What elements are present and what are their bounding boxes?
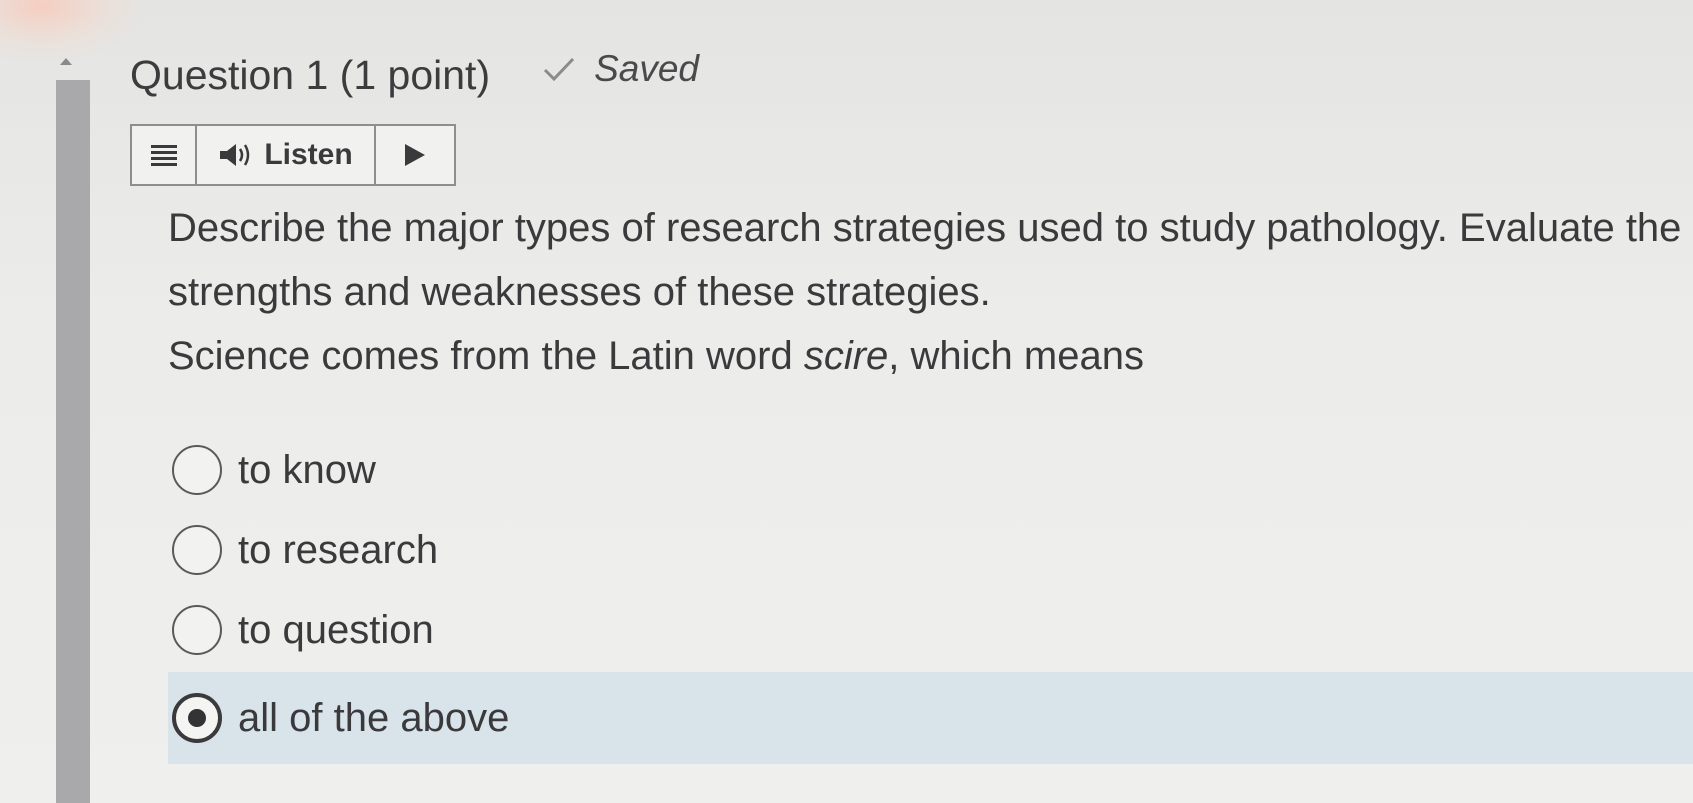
answer-option[interactable]: to research: [172, 510, 1693, 590]
listen-button[interactable]: Listen: [197, 126, 376, 184]
question-title: Question 1 (1 point): [130, 52, 491, 98]
answer-option-label: to question: [238, 607, 434, 652]
question-left-rail: [56, 80, 90, 803]
check-icon: [544, 57, 575, 82]
listen-toolbar: Listen: [130, 124, 456, 186]
radio-button-checked[interactable]: [172, 693, 222, 743]
prompt-stem-end: , which means: [888, 334, 1144, 378]
saved-status: Saved: [542, 48, 699, 90]
answer-option[interactable]: to know: [172, 430, 1693, 510]
answer-option-label: to research: [238, 527, 439, 572]
radio-button[interactable]: [172, 445, 222, 495]
prompt-stem-start: Science comes from the Latin word: [168, 334, 804, 378]
quiz-page: Question 1 (1 point) Saved Listen Descri…: [0, 0, 1693, 803]
answer-option-label: all of the above: [238, 695, 510, 740]
answer-option-label: to know: [238, 447, 376, 492]
collapse-caret-icon[interactable]: [60, 58, 72, 65]
speaker-icon: [220, 144, 250, 166]
listen-menu-button[interactable]: [132, 126, 197, 184]
question-header: Question 1 (1 point) Saved: [130, 48, 699, 99]
question-prompt: Describe the major types of research str…: [168, 196, 1688, 388]
play-icon: [405, 144, 425, 166]
corner-glare: [0, 0, 140, 60]
prompt-instruction: Describe the major types of research str…: [168, 206, 1682, 314]
radio-button[interactable]: [172, 525, 222, 575]
answer-option-selected[interactable]: all of the above: [168, 672, 1693, 764]
menu-lines-icon: [150, 145, 177, 166]
prompt-stem: Science comes from the Latin word scire,…: [168, 324, 1688, 388]
saved-label: Saved: [594, 48, 700, 89]
answer-option[interactable]: to question: [172, 590, 1693, 670]
listen-label: Listen: [264, 138, 353, 171]
play-button[interactable]: [376, 126, 454, 184]
radio-button[interactable]: [172, 605, 222, 655]
prompt-stem-latin-word: scire: [803, 334, 889, 378]
answer-options: to know to research to question all of t…: [168, 430, 1693, 764]
